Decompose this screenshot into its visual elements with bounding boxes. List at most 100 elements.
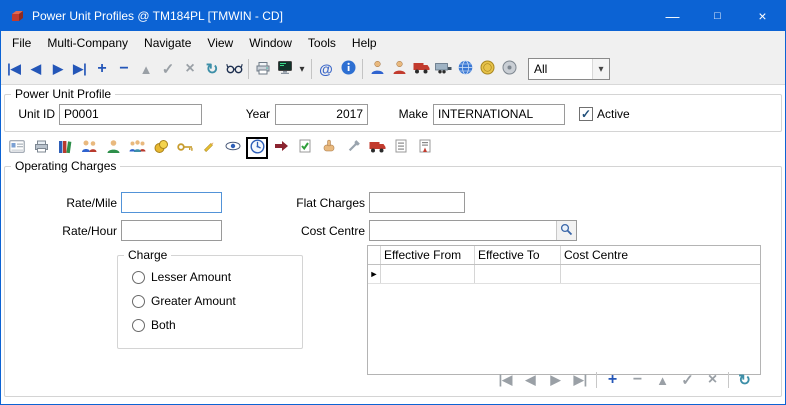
radio-greater-amount[interactable]: Greater Amount (132, 294, 302, 308)
monitor-icon (277, 60, 293, 78)
disk-button[interactable] (498, 57, 520, 81)
grid-row[interactable]: ► (368, 265, 760, 284)
license-tab-button[interactable] (6, 137, 28, 159)
truck-tab-button[interactable] (366, 137, 388, 159)
funds-button[interactable] (476, 57, 498, 81)
grid-prior-icon: ◀ (526, 372, 536, 388)
grid-last-button[interactable]: ▶| (568, 370, 593, 390)
cost-centre-grid[interactable]: Effective From Effective To Cost Centre … (367, 245, 761, 375)
minimize-icon: — (666, 8, 680, 24)
cancel-edit-button[interactable]: × (179, 57, 201, 81)
active-checkbox[interactable]: ✓ (579, 107, 593, 121)
year-input[interactable] (275, 104, 368, 125)
view-tab-button[interactable] (222, 137, 244, 159)
grid-insert-button[interactable]: + (600, 370, 625, 390)
unit-id-input[interactable] (59, 104, 202, 125)
grid-cell-effective-to[interactable] (475, 265, 561, 283)
charges-tab-button[interactable] (150, 137, 172, 159)
list-tab-button[interactable] (390, 137, 412, 159)
last-record-button[interactable]: ▶| (69, 57, 91, 81)
menu-file[interactable]: File (4, 33, 39, 53)
first-record-icon: |◀ (7, 61, 21, 77)
grid-delete-button[interactable]: − (625, 370, 650, 390)
grid-column-effective-to[interactable]: Effective To (475, 246, 561, 264)
print-button[interactable] (252, 57, 274, 81)
radio-circle-icon (132, 295, 145, 308)
radio-both[interactable]: Both (132, 318, 302, 332)
menu-view[interactable]: View (199, 33, 241, 53)
minimize-button[interactable]: — (650, 1, 695, 31)
grid-first-button[interactable]: |◀ (493, 370, 518, 390)
people-tab-button[interactable] (78, 137, 100, 159)
grid-edit-icon: ▲ (656, 373, 669, 388)
globe-button[interactable] (454, 57, 476, 81)
grid-column-cost-centre[interactable]: Cost Centre (561, 246, 760, 264)
grid-cancel-icon: × (708, 371, 717, 389)
trailer-button[interactable] (432, 57, 454, 81)
transfer-tab-button[interactable] (270, 137, 292, 159)
power-unit-button[interactable] (410, 57, 432, 81)
books-tab-button[interactable] (54, 137, 76, 159)
key-tab-button[interactable] (174, 137, 196, 159)
prior-record-button[interactable]: ◀ (25, 57, 47, 81)
maintenance-tab-button[interactable] (342, 137, 364, 159)
cost-centre-input[interactable] (370, 221, 556, 240)
titlebar[interactable]: Power Unit Profiles @ TM184PL [TMWIN - C… (1, 1, 785, 31)
close-icon: × (758, 8, 766, 24)
radio-lesser-amount[interactable]: Lesser Amount (132, 270, 302, 284)
email-button[interactable]: @ (315, 57, 337, 81)
first-record-button[interactable]: |◀ (3, 57, 25, 81)
power-unit-profile-group-label: Power Unit Profile (11, 87, 115, 101)
fax-tab-button[interactable] (30, 137, 52, 159)
cost-centre-lookup-button[interactable] (556, 221, 576, 240)
menu-multi-company[interactable]: Multi-Company (39, 33, 136, 53)
make-input[interactable] (433, 104, 565, 125)
maximize-button[interactable]: □ (695, 1, 740, 31)
insert-record-button[interactable]: + (91, 57, 113, 81)
post-edit-button[interactable]: ✓ (157, 57, 179, 81)
delete-record-button[interactable]: − (113, 57, 135, 81)
refresh-button[interactable]: ↻ (201, 57, 223, 81)
coin-icon (480, 60, 495, 78)
grid-cell-effective-from[interactable] (381, 265, 475, 283)
tab-toolbar (1, 132, 785, 160)
grid-prior-button[interactable]: ◀ (518, 370, 543, 390)
driver-icon (392, 60, 407, 78)
next-record-button[interactable]: ▶ (47, 57, 69, 81)
grid-post-button[interactable]: ✓ (675, 370, 700, 390)
grid-refresh-button[interactable]: ↻ (732, 370, 757, 390)
groups-tab-button[interactable] (126, 137, 148, 159)
pencil-tab-button[interactable] (198, 137, 220, 159)
rate-hour-input[interactable] (121, 220, 222, 241)
grid-column-effective-from[interactable]: Effective From (381, 246, 475, 264)
report-tab-button[interactable] (414, 137, 436, 159)
flat-charges-input[interactable] (369, 192, 465, 213)
disk-icon (502, 60, 517, 78)
grid-cancel-button[interactable]: × (700, 370, 725, 390)
grid-edit-button[interactable]: ▲ (650, 370, 675, 390)
menu-navigate[interactable]: Navigate (136, 33, 199, 53)
combo-dropdown-icon[interactable]: ▾ (592, 59, 609, 79)
user-icon (370, 60, 385, 78)
filter-combobox[interactable]: All ▾ (528, 58, 610, 80)
find-button[interactable] (223, 57, 245, 81)
menu-tools[interactable]: Tools (300, 33, 344, 53)
menu-help[interactable]: Help (344, 33, 385, 53)
user-button[interactable] (366, 57, 388, 81)
info-button[interactable] (337, 57, 359, 81)
owner-tab-button[interactable] (102, 137, 124, 159)
coins-icon (154, 139, 169, 157)
approval-tab-button[interactable] (294, 137, 316, 159)
hand-tab-button[interactable] (318, 137, 340, 159)
grid-cell-cost-centre[interactable] (561, 265, 760, 283)
screen-button[interactable] (274, 57, 296, 81)
close-button[interactable]: × (740, 1, 785, 31)
menu-window[interactable]: Window (241, 33, 300, 53)
operating-charges-tab-button[interactable] (246, 137, 268, 159)
grid-next-button[interactable]: ▶ (543, 370, 568, 390)
screen-dropdown-button[interactable]: ▾ (296, 57, 308, 81)
edit-record-icon: ▲ (140, 62, 153, 77)
rate-mile-input[interactable] (121, 192, 222, 213)
driver-button[interactable] (388, 57, 410, 81)
edit-record-button[interactable]: ▲ (135, 57, 157, 81)
